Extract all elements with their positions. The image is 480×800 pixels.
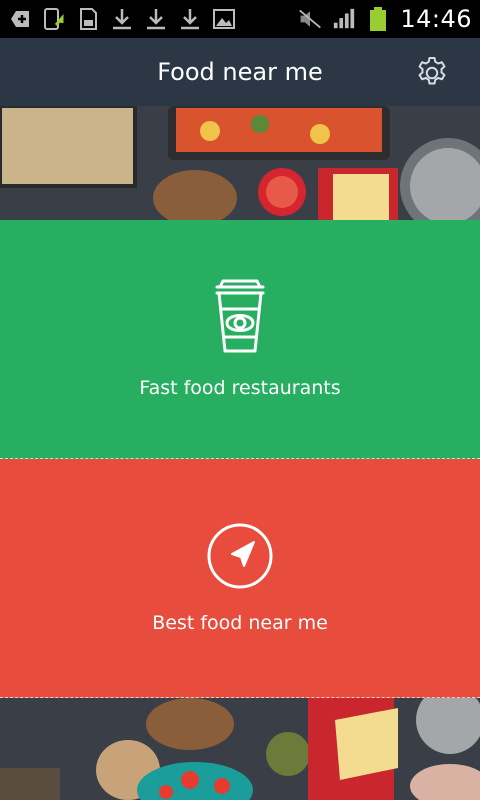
clock: 14:46 bbox=[400, 5, 472, 33]
tile-fast-food-restaurants[interactable]: Fast food restaurants bbox=[0, 220, 480, 459]
page-title: Food near me bbox=[157, 58, 323, 86]
app-bar: Food near me bbox=[0, 38, 480, 106]
battery-icon bbox=[366, 7, 390, 31]
sd-card-icon bbox=[76, 7, 100, 31]
coffee-cup-icon bbox=[209, 279, 271, 359]
phone-update-icon bbox=[42, 7, 66, 31]
system-status: 14:46 bbox=[298, 5, 472, 33]
add-icon bbox=[8, 7, 32, 31]
download-icon bbox=[178, 7, 202, 31]
compass-navigation-icon bbox=[206, 522, 274, 594]
status-bar: 14:46 bbox=[0, 0, 480, 38]
food-photo-top bbox=[0, 106, 480, 220]
signal-icon bbox=[332, 7, 356, 31]
download-icon bbox=[144, 7, 168, 31]
download-icon bbox=[110, 7, 134, 31]
notification-icons bbox=[8, 7, 236, 31]
tile-label-fast-food: Fast food restaurants bbox=[139, 377, 341, 399]
tile-best-food-near-me[interactable]: Best food near me bbox=[0, 459, 480, 698]
image-icon bbox=[212, 7, 236, 31]
food-photo-bottom bbox=[0, 698, 480, 800]
tile-label-best-food: Best food near me bbox=[152, 612, 328, 634]
mute-icon bbox=[298, 7, 322, 31]
gear-icon[interactable] bbox=[414, 55, 450, 91]
